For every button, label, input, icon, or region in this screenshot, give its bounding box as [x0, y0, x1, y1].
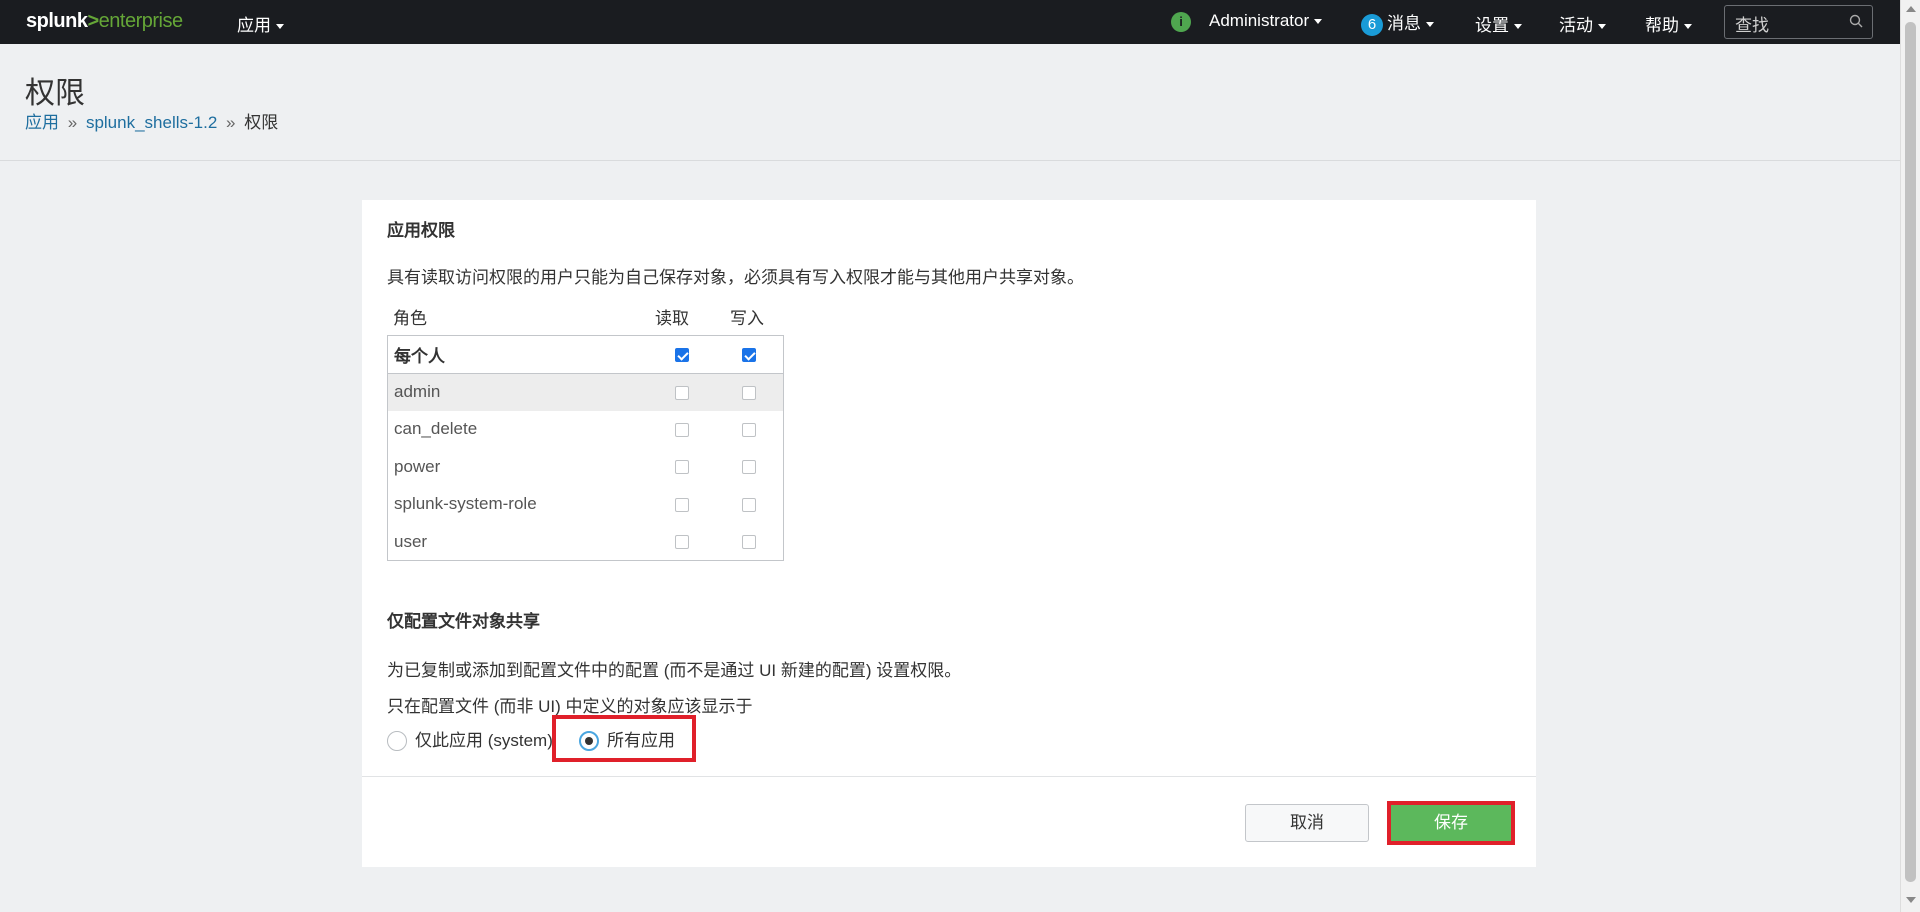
breadcrumb: 应用 » splunk_shells-1.2 » 权限	[25, 108, 278, 133]
messages-menu-label: 消息	[1387, 14, 1421, 33]
chevron-down-icon	[1426, 22, 1434, 28]
breadcrumb-current: 权限	[244, 113, 279, 132]
footer-divider	[362, 776, 1536, 777]
activity-menu-label: 活动	[1559, 16, 1593, 35]
logo-word: splunk	[26, 10, 88, 32]
role-name: can_delete	[394, 419, 478, 439]
splunk-logo[interactable]: splunk>enterprise	[26, 10, 183, 33]
read-checkbox[interactable]	[674, 385, 689, 400]
table-row: splunk-system-role	[388, 486, 784, 524]
read-checkbox[interactable]	[674, 422, 689, 437]
cancel-button[interactable]: 取消	[1245, 804, 1369, 842]
page-title: 权限	[25, 77, 85, 110]
table-row: can_delete	[388, 411, 784, 449]
user-menu-label: Administrator	[1209, 11, 1310, 30]
column-header-read: 读取	[655, 309, 689, 328]
chevron-down-icon	[1514, 24, 1522, 30]
user-menu[interactable]: Administrator	[1209, 11, 1323, 31]
table-row: admin	[387, 373, 784, 411]
role-everyone: 每个人	[387, 335, 648, 374]
search-placeholder: 查找	[1735, 16, 1769, 35]
role-name: splunk-system-role	[394, 494, 537, 514]
radio-option-all-apps[interactable]: 所有应用	[579, 730, 675, 751]
permissions-card: 应用权限 具有读取访问权限的用户只能为自己保存对象，必须具有写入权限才能与其他用…	[362, 200, 1536, 867]
role-name: admin	[387, 373, 648, 411]
config-sharing-prompt: 只在配置文件 (而非 UI) 中定义的对象应该显示于	[387, 697, 753, 716]
write-checkbox[interactable]	[742, 385, 757, 400]
read-checkbox[interactable]	[674, 535, 689, 550]
chevron-down-icon	[1314, 19, 1323, 25]
everyone-write-checkbox[interactable]	[742, 347, 757, 362]
radio-option-this-app[interactable]: 仅此应用 (system)	[387, 730, 553, 751]
column-header-write: 写入	[730, 309, 764, 328]
radio-this-app-label: 仅此应用 (system)	[415, 730, 553, 750]
messages-count-badge: 6	[1361, 14, 1383, 36]
apps-menu[interactable]: 应用	[237, 11, 284, 36]
breadcrumb-separator: »	[67, 113, 78, 132]
role-name: user	[394, 531, 428, 551]
write-checkbox[interactable]	[742, 460, 757, 475]
logo-enterprise: enterprise	[98, 10, 183, 32]
write-checkbox[interactable]	[742, 422, 757, 437]
radio-all-apps-label: 所有应用	[607, 730, 675, 750]
settings-menu[interactable]: 设置	[1475, 11, 1522, 36]
settings-menu-label: 设置	[1475, 16, 1509, 35]
write-checkbox[interactable]	[742, 497, 757, 512]
help-menu[interactable]: 帮助	[1645, 11, 1692, 36]
page-scrollbar[interactable]	[1900, 0, 1920, 912]
read-checkbox[interactable]	[674, 497, 689, 512]
everyone-read-checkbox[interactable]	[674, 347, 689, 362]
top-navbar: splunk>enterprise 应用 i Administrator 6 消息…	[0, 0, 1900, 44]
info-icon[interactable]: i	[1171, 12, 1191, 32]
column-header-role: 角色	[393, 309, 427, 328]
radio-this-app[interactable]	[387, 730, 407, 751]
chevron-down-icon	[276, 24, 284, 30]
app-permissions-description: 具有读取访问权限的用户只能为自己保存对象，必须具有写入权限才能与其他用户共享对象…	[387, 268, 1084, 287]
scrollbar-thumb[interactable]	[1905, 22, 1916, 882]
chevron-down-icon	[1598, 24, 1606, 30]
page-header: 权限 应用 » splunk_shells-1.2 » 权限	[0, 44, 1900, 161]
table-row-everyone: 每个人	[387, 335, 784, 374]
config-sharing-title: 仅配置文件对象共享	[387, 612, 540, 631]
help-menu-label: 帮助	[1645, 16, 1679, 35]
apps-menu-label: 应用	[237, 16, 271, 35]
save-button[interactable]: 保存	[1387, 801, 1515, 845]
app-permissions-title: 应用权限	[387, 221, 455, 240]
read-checkbox[interactable]	[674, 460, 689, 475]
scroll-down-icon[interactable]	[1906, 897, 1916, 903]
permissions-table: 每个人 admin can_delete power splunk-system…	[387, 335, 784, 561]
chevron-down-icon	[1684, 24, 1692, 30]
messages-menu[interactable]: 6 消息	[1361, 9, 1434, 36]
role-name: power	[394, 456, 441, 476]
activity-menu[interactable]: 活动	[1559, 11, 1606, 36]
breadcrumb-app-link[interactable]: splunk_shells-1.2	[86, 113, 217, 132]
breadcrumb-separator: »	[226, 113, 236, 132]
config-sharing-description: 为已复制或添加到配置文件中的配置 (而不是通过 UI 新建的配置) 设置权限。	[387, 661, 962, 680]
radio-all-apps[interactable]	[579, 730, 599, 751]
table-row: power	[388, 448, 784, 486]
logo-chevron: >	[87, 10, 99, 32]
write-checkbox[interactable]	[742, 535, 757, 550]
search-input[interactable]: 查找	[1724, 5, 1873, 39]
table-row: user	[388, 523, 784, 561]
breadcrumb-apps-link[interactable]: 应用	[25, 113, 59, 132]
search-icon	[1849, 14, 1863, 28]
scroll-up-icon[interactable]	[1906, 6, 1916, 12]
